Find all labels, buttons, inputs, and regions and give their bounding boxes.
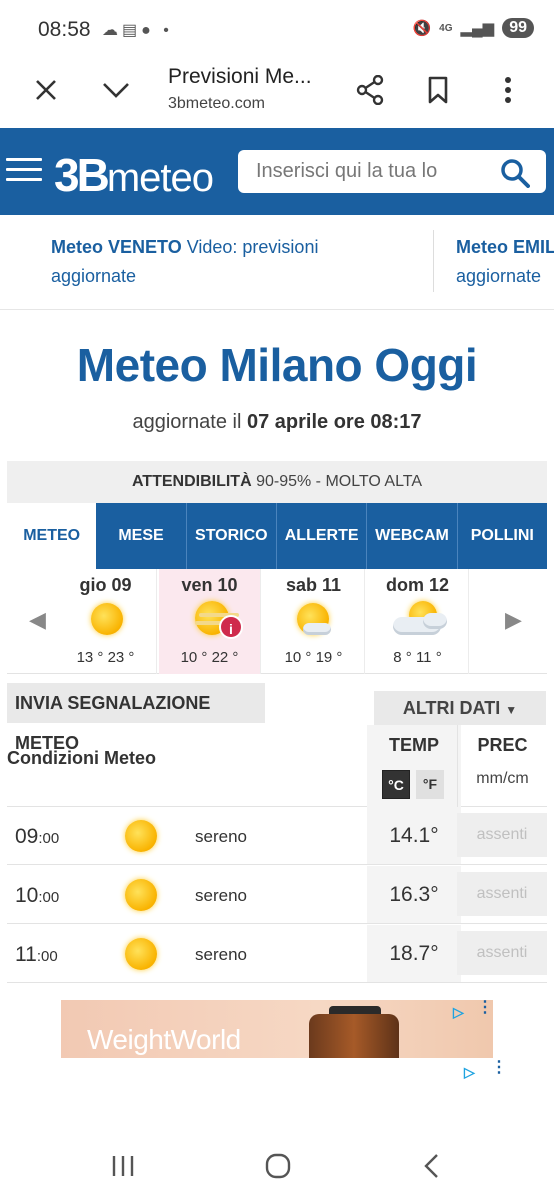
- table-row[interactable]: 09:00 sereno 14.1° assenti: [7, 807, 547, 865]
- celsius-toggle[interactable]: °C: [382, 770, 410, 799]
- fahrenheit-toggle[interactable]: °F: [416, 770, 444, 799]
- notification-icons: ☁▤● •: [102, 22, 173, 39]
- day-card[interactable]: sab 11 10 ° 19 °: [263, 569, 365, 674]
- tab-webcam[interactable]: WEBCAM: [367, 503, 458, 569]
- row-temp: 18.7°: [367, 925, 461, 982]
- back-icon[interactable]: [422, 1153, 442, 1179]
- news-item-emilia[interactable]: Meteo EMIL aggiornate: [456, 233, 554, 291]
- row-prec: assenti: [457, 931, 547, 975]
- sun-icon: [125, 879, 157, 911]
- adchoices-icon[interactable]: ▷: [464, 1064, 482, 1082]
- ad-menu-icon[interactable]: ⋮: [491, 1060, 507, 1076]
- sun-icon: [125, 820, 157, 852]
- news-divider: [433, 230, 434, 292]
- temp-column-header: TEMP °C °F: [367, 725, 461, 807]
- row-hour: 11:00: [15, 943, 58, 966]
- sun-icon: [125, 938, 157, 970]
- temp-header-label: TEMP: [388, 735, 439, 755]
- day-temps: 10 ° 22 °: [180, 649, 239, 666]
- day-card-selected[interactable]: ven 10 i 10 ° 22 °: [159, 569, 261, 674]
- reliability-bar: ATTENDIBILITÀ 90-95% - MOLTO ALTA: [7, 461, 547, 503]
- sun-icon: [91, 603, 123, 635]
- update-timestamp: aggiornate il 07 aprile ore 08:17: [132, 411, 422, 433]
- bookmark-icon[interactable]: [418, 70, 458, 110]
- battery-icon: 99: [502, 18, 534, 38]
- row-temp: 14.1°: [367, 807, 461, 864]
- home-icon[interactable]: [264, 1153, 292, 1179]
- signal-icon: ▂▄▆: [460, 20, 495, 37]
- day-selector: ◀ gio 09 13 ° 23 ° ven 10 i 10 ° 22 ° sa…: [7, 569, 547, 674]
- browser-toolbar: Previsioni Me... 3bmeteo.com: [0, 56, 554, 128]
- page-title: Meteo Milano Oggi: [76, 339, 478, 391]
- ad-menu-icon[interactable]: ⋮: [477, 1000, 493, 1016]
- table-row[interactable]: 11:00 sereno 18.7° assenti: [7, 925, 547, 983]
- forecast-tabs: METEO MESE STORICO ALLERTE WEBCAM POLLIN…: [7, 503, 547, 569]
- chevron-down-icon[interactable]: [96, 70, 136, 110]
- ad-banner[interactable]: WeightWorld ▷ ⋮: [61, 1000, 493, 1060]
- day-card[interactable]: gio 09 13 ° 23 °: [55, 569, 157, 674]
- adchoices-icon[interactable]: ▷: [453, 1004, 471, 1022]
- day-temps: 10 ° 19 °: [284, 649, 343, 666]
- status-icons: 🔇 4G ▂▄▆ 99: [412, 18, 534, 38]
- row-condition: sereno: [195, 886, 247, 905]
- tab-allerte[interactable]: ALLERTE: [277, 503, 368, 569]
- row-hour: 10:00: [15, 884, 60, 907]
- news-ticker: Meteo VENETO Video: previsioni aggiornate…: [0, 215, 554, 310]
- row-temp: 16.3°: [367, 866, 461, 923]
- row-hour: 09:00: [15, 825, 60, 848]
- day-name: ven 10: [181, 575, 238, 595]
- status-time: 08:58: [38, 18, 91, 41]
- site-header: 3Bmeteo: [0, 128, 554, 215]
- alert-info-icon[interactable]: i: [219, 615, 243, 639]
- more-menu-icon[interactable]: [488, 70, 528, 110]
- more-data-button[interactable]: ALTRI DATI ▼: [374, 691, 546, 725]
- row-condition: sereno: [195, 945, 247, 964]
- tab-pollini[interactable]: POLLINI: [458, 503, 547, 569]
- ad-banner-bottom[interactable]: ▷ ⋮: [46, 1060, 508, 1130]
- row-condition: sereno: [195, 827, 247, 846]
- prec-column-header: PREC mm/cm: [457, 725, 547, 807]
- ad-product-image: [309, 1014, 399, 1060]
- share-icon[interactable]: [350, 70, 390, 110]
- tab-meteo[interactable]: METEO: [7, 503, 97, 569]
- day-card[interactable]: dom 12 8 ° 11 °: [367, 569, 469, 674]
- row-prec: assenti: [457, 813, 547, 857]
- site-logo[interactable]: 3Bmeteo: [54, 148, 214, 202]
- day-name: gio 09: [79, 575, 132, 595]
- day-temps: 8 ° 11 °: [393, 649, 442, 666]
- page-title-tab: Previsioni Me...: [168, 65, 312, 88]
- cloud-right: [423, 613, 447, 629]
- mute-icon: 🔇: [412, 20, 432, 37]
- news-item-veneto[interactable]: Meteo VENETO Video: previsioni aggiornate: [51, 233, 421, 291]
- search-icon[interactable]: [500, 158, 530, 188]
- prec-unit: mm/cm: [476, 770, 529, 787]
- tab-mese[interactable]: MESE: [96, 503, 187, 569]
- status-bar: 08:58 ☁▤● • 🔇 4G ▂▄▆ 99: [0, 0, 554, 56]
- day-name: sab 11: [285, 575, 342, 595]
- network-icon: 4G: [439, 22, 453, 34]
- system-nav-bar: [0, 1132, 554, 1200]
- ad-brand: WeightWorld: [87, 1024, 241, 1055]
- day-name: dom 12: [385, 575, 450, 595]
- send-report-button[interactable]: INVIA SEGNALAZIONE METEO: [7, 683, 265, 753]
- prev-day-arrow-icon[interactable]: ◀: [29, 607, 46, 633]
- conditions-header: Condizioni Meteo: [7, 748, 156, 768]
- recent-apps-icon[interactable]: [110, 1154, 136, 1178]
- next-day-arrow-icon[interactable]: ▶: [505, 607, 522, 633]
- page-url[interactable]: 3bmeteo.com: [168, 95, 265, 113]
- forecast-table-header: Condizioni Meteo TEMP °C °F PREC mm/cm: [7, 725, 547, 807]
- day-temps: 13 ° 23 °: [76, 649, 135, 666]
- hamburger-menu-icon[interactable]: [6, 158, 42, 184]
- row-prec: assenti: [457, 872, 547, 916]
- caret-down-icon: ▼: [505, 703, 518, 717]
- prec-header-label: PREC: [477, 735, 528, 755]
- small-cloud: [303, 623, 331, 635]
- close-icon[interactable]: [26, 70, 66, 110]
- table-row[interactable]: 10:00 sereno 16.3° assenti: [7, 866, 547, 924]
- tab-storico[interactable]: STORICO: [187, 503, 277, 569]
